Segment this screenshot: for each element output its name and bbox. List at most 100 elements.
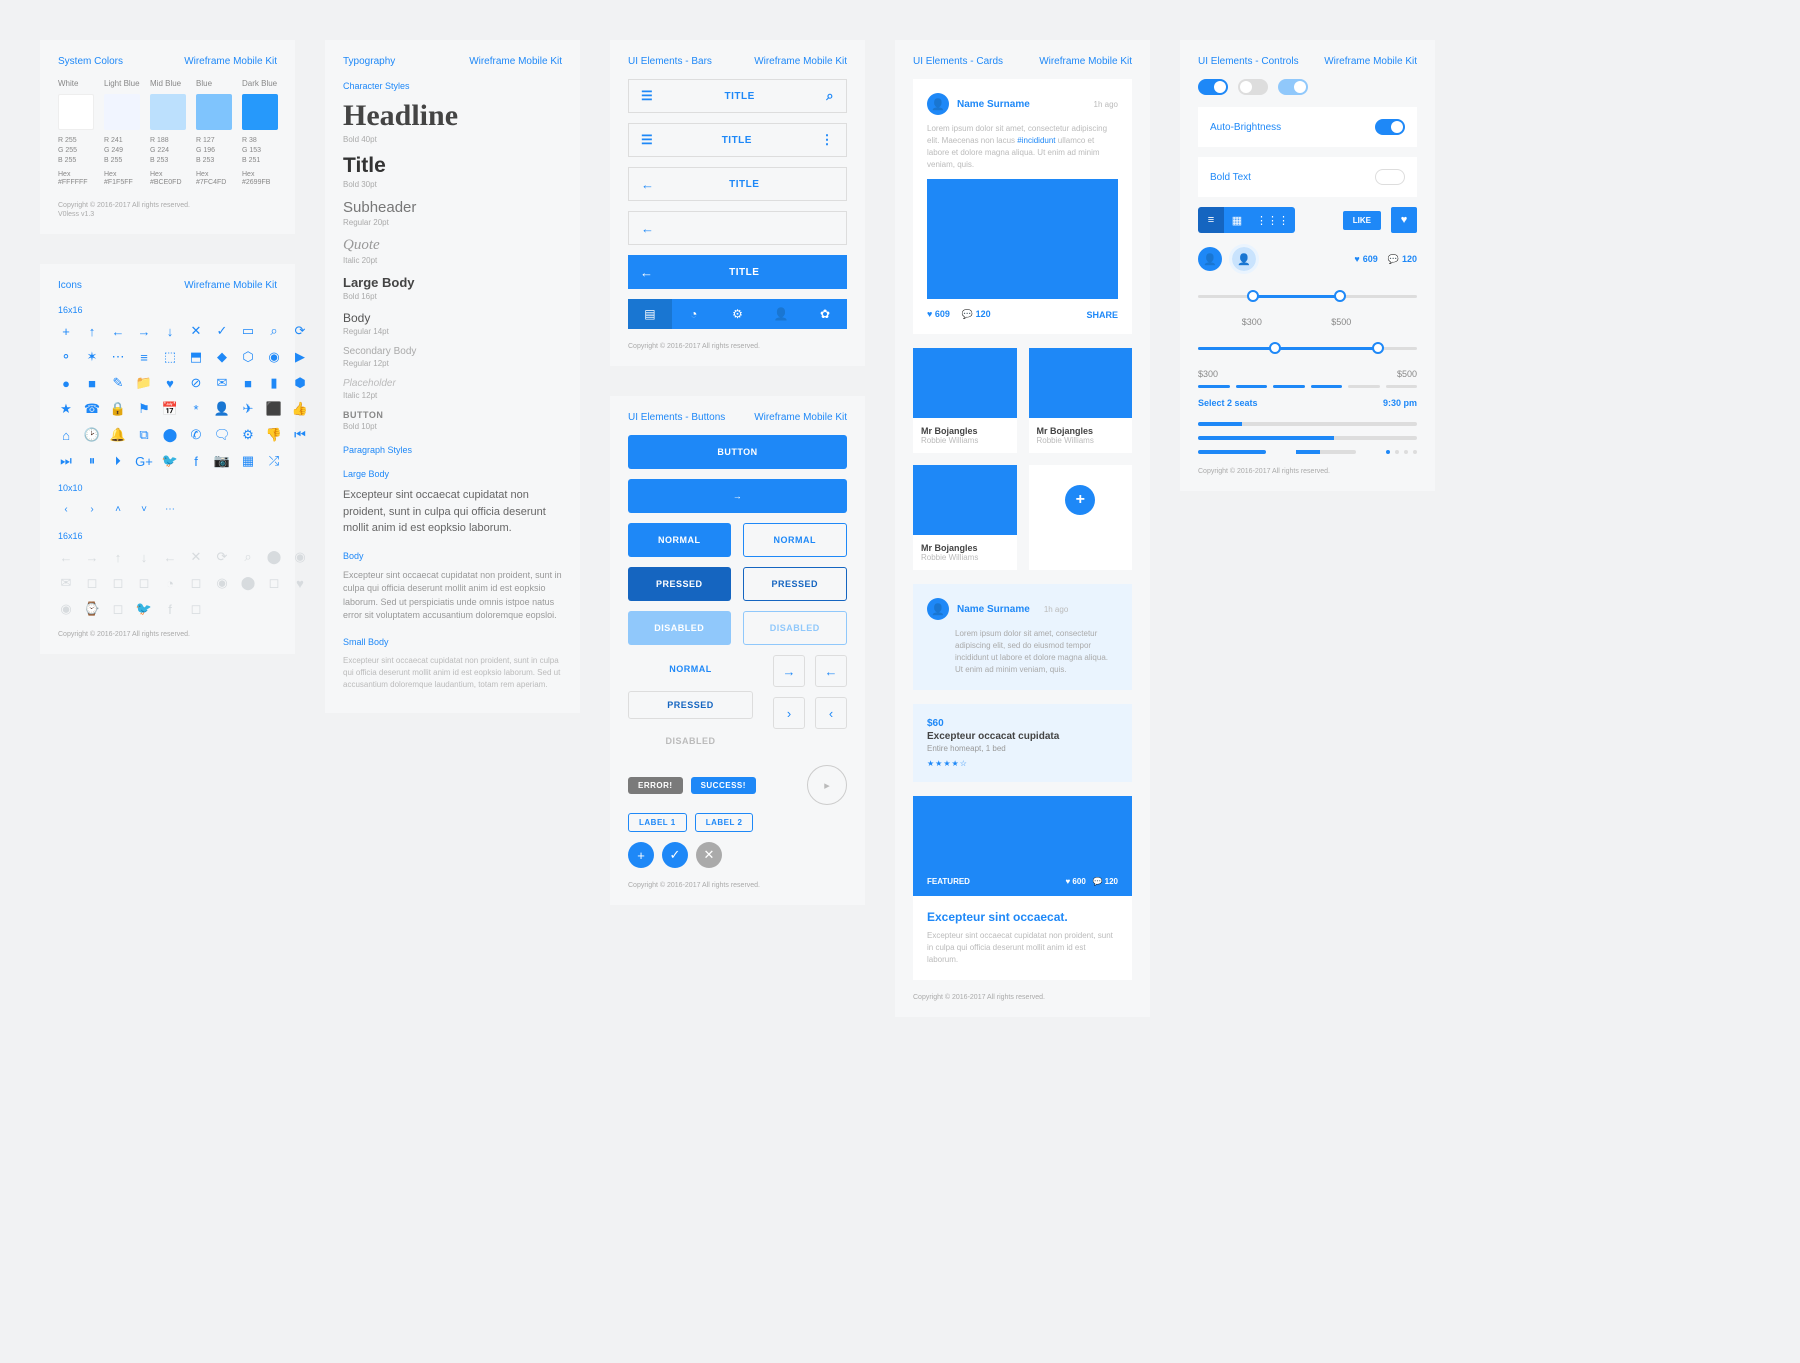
- icon[interactable]: ⬤: [266, 549, 282, 565]
- select-label[interactable]: Select 2 seats: [1198, 398, 1258, 408]
- user-name[interactable]: Name Surname: [957, 604, 1030, 615]
- icon-button-fwd[interactable]: ›: [773, 697, 805, 729]
- icon[interactable]: ♥: [292, 575, 308, 591]
- icon[interactable]: 🔒: [110, 401, 126, 417]
- card-add[interactable]: +: [1029, 465, 1133, 570]
- icon[interactable]: ⏮: [292, 427, 308, 443]
- icon[interactable]: ■: [240, 375, 256, 391]
- fab-add[interactable]: +: [628, 842, 654, 868]
- color-swatch[interactable]: Dark BlueR 38G 153B 251Hex#2699FB: [242, 79, 278, 188]
- icon[interactable]: ✓: [214, 323, 230, 339]
- nav-bar[interactable]: ☰TITLE⌕: [628, 79, 847, 113]
- more-icon[interactable]: ⋮: [821, 132, 835, 148]
- icon[interactable]: ⤮: [266, 453, 282, 469]
- setting-bold-text[interactable]: Bold Text: [1198, 157, 1417, 197]
- icon[interactable]: ✎: [110, 375, 126, 391]
- icon[interactable]: f: [162, 601, 178, 617]
- icon[interactable]: 🐦: [136, 601, 152, 617]
- icon[interactable]: ◉: [292, 549, 308, 565]
- icon[interactable]: ⟳: [292, 323, 308, 339]
- icon[interactable]: ☎: [84, 401, 100, 417]
- seg-apps-icon[interactable]: ⋮⋮⋮: [1250, 207, 1295, 233]
- icon[interactable]: ◔: [162, 575, 178, 591]
- tab-item[interactable]: ▤: [628, 299, 672, 329]
- setting-auto-brightness[interactable]: Auto-Brightness: [1198, 107, 1417, 147]
- avatar-option[interactable]: 👤: [1198, 247, 1222, 271]
- user-name[interactable]: Name Surname: [957, 99, 1030, 110]
- switch-off[interactable]: [1238, 79, 1268, 95]
- icon[interactable]: ◻: [84, 575, 100, 591]
- icon[interactable]: ⌕: [240, 549, 256, 565]
- icon[interactable]: ◻: [110, 601, 126, 617]
- icon[interactable]: ≡: [136, 349, 152, 365]
- icon[interactable]: ◆: [214, 349, 230, 365]
- play-button[interactable]: ▸: [807, 765, 847, 805]
- button-icon[interactable]: →: [628, 479, 847, 513]
- icon[interactable]: ◉: [266, 349, 282, 365]
- icon[interactable]: ■: [84, 375, 100, 391]
- back-icon[interactable]: ←: [640, 265, 654, 280]
- card-featured[interactable]: FEATURED ♥ 600 💬 120 Excepteur sint occa…: [913, 796, 1132, 980]
- icon[interactable]: 👤: [214, 401, 230, 417]
- nav-bar[interactable]: ←: [628, 211, 847, 245]
- icon[interactable]: 📷: [214, 453, 230, 469]
- icon[interactable]: ◻: [110, 575, 126, 591]
- range-slider-dual[interactable]: [1198, 285, 1417, 309]
- icon[interactable]: ⟳: [214, 549, 230, 565]
- icon[interactable]: ↑: [84, 323, 100, 339]
- card-listing[interactable]: $60 Excepteur occacat cupidata Entire ho…: [913, 704, 1132, 782]
- icon[interactable]: ⬤: [162, 427, 178, 443]
- tab-bar[interactable]: ▤ ◔ ⚙ 👤 ✿: [628, 299, 847, 329]
- icon[interactable]: ⬛: [266, 401, 282, 417]
- icon[interactable]: ◻: [266, 575, 282, 591]
- icon[interactable]: ◉: [214, 575, 230, 591]
- icon[interactable]: ⋯: [110, 349, 126, 365]
- color-swatch[interactable]: BlueR 127G 196B 253Hex#7FC4FD: [196, 79, 232, 188]
- fab-check[interactable]: ✓: [662, 842, 688, 868]
- icon[interactable]: 🗨: [214, 427, 230, 443]
- icon[interactable]: ⚙: [240, 427, 256, 443]
- icon-button-prev[interactable]: ←: [815, 655, 847, 687]
- icon[interactable]: 🞂: [110, 453, 126, 469]
- icon[interactable]: ▶: [292, 349, 308, 365]
- button-pressed[interactable]: PRESSED: [628, 567, 731, 601]
- fab-close[interactable]: ✕: [696, 842, 722, 868]
- icon[interactable]: ✕: [188, 323, 204, 339]
- tab-item[interactable]: ✿: [803, 299, 847, 329]
- add-icon[interactable]: +: [1065, 485, 1095, 515]
- icon[interactable]: ◉: [58, 601, 74, 617]
- switch-toggle[interactable]: [1375, 119, 1405, 135]
- icon[interactable]: ⌚: [84, 601, 100, 617]
- search-icon[interactable]: ⌕: [826, 88, 834, 104]
- icon[interactable]: 🐦: [162, 453, 178, 469]
- button-outline-normal[interactable]: NORMAL: [743, 523, 848, 557]
- icon[interactable]: ✕: [188, 549, 204, 565]
- seg-list-icon[interactable]: ≡: [1198, 207, 1224, 233]
- seg-grid-icon[interactable]: ▦: [1224, 207, 1250, 233]
- card-post[interactable]: 👤 Name Surname 1h ago Lorem ipsum dolor …: [913, 79, 1132, 334]
- icon[interactable]: ⧉: [136, 427, 152, 443]
- icon[interactable]: ‹: [58, 501, 74, 517]
- hashtag[interactable]: #incididunt: [1017, 136, 1055, 145]
- switch-toggle[interactable]: [1375, 169, 1405, 185]
- icon[interactable]: ▭: [240, 323, 256, 339]
- icon[interactable]: ↑: [110, 549, 126, 565]
- icon-button-back[interactable]: ‹: [815, 697, 847, 729]
- icon[interactable]: ⌂: [58, 427, 74, 443]
- icon[interactable]: ↓: [162, 323, 178, 339]
- segmented-control[interactable]: ≡ ▦ ⋮⋮⋮: [1198, 207, 1295, 233]
- button-normal[interactable]: NORMAL: [628, 523, 731, 557]
- back-icon[interactable]: ←: [641, 221, 655, 236]
- icon[interactable]: ◻: [188, 601, 204, 617]
- nav-bar[interactable]: ☰TITLE⋮: [628, 123, 847, 157]
- tab-item[interactable]: ◔: [672, 299, 716, 329]
- icon[interactable]: ←: [58, 549, 74, 565]
- share-button[interactable]: SHARE: [1086, 310, 1118, 320]
- icon[interactable]: f: [188, 453, 204, 469]
- switch-on[interactable]: [1198, 79, 1228, 95]
- icon[interactable]: ←: [110, 323, 126, 339]
- post-image[interactable]: [927, 179, 1118, 299]
- button-ghost-pressed[interactable]: PRESSED: [628, 691, 753, 719]
- icon[interactable]: 👎: [266, 427, 282, 443]
- icon[interactable]: ˄: [110, 501, 126, 517]
